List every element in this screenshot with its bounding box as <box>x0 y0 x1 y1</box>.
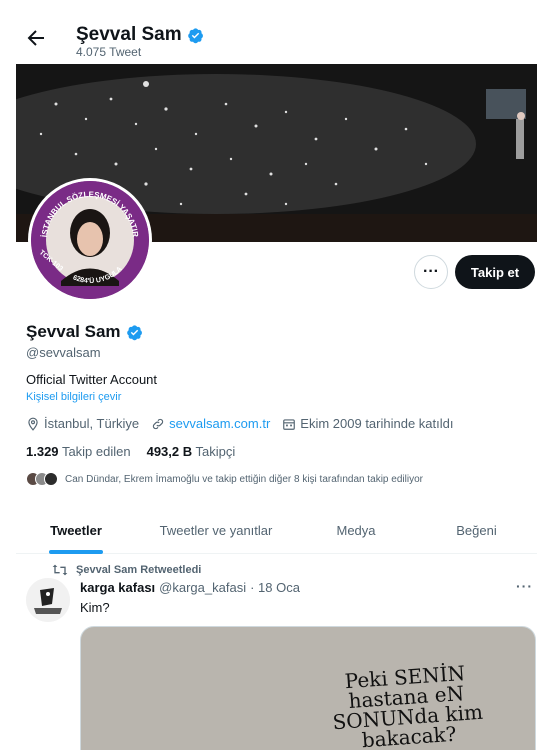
tweet-author-handle[interactable]: @karga_kafasi <box>159 580 246 595</box>
link-icon <box>153 418 164 429</box>
verified-badge-icon <box>187 27 203 43</box>
top-bar: Şevval Sam 4.075 Tweet <box>0 0 537 64</box>
tweet-text: Kim? <box>80 600 110 615</box>
retweet-indicator: Şevval Sam Retweetledi <box>52 562 201 578</box>
verified-badge-icon <box>126 324 142 340</box>
followers-you-know[interactable]: Can Dündar, Ekrem İmamoğlu ve takip etti… <box>26 472 423 486</box>
back-arrow-icon[interactable] <box>24 26 48 50</box>
website-link[interactable]: sevvalsam.com.tr <box>169 416 270 431</box>
retweet-icon <box>52 564 68 576</box>
tab-tweets[interactable]: Tweetler <box>16 506 136 554</box>
tab-tweets-replies[interactable]: Tweetler ve yanıtlar <box>136 506 296 554</box>
tweet-more-icon[interactable]: ··· <box>516 578 533 594</box>
tweet-header: karga kafası @karga_kafasi · 18 Oca <box>80 580 300 595</box>
translate-bio-link[interactable]: Kişisel bilgileri çevir <box>26 391 121 403</box>
joined-item: Ekim 2009 tarihinde katıldı <box>282 416 453 431</box>
calendar-icon <box>283 418 296 430</box>
tweet-media-image[interactable]: Peki SENİN hastana eN SONUNda kim bakaca… <box>80 626 536 750</box>
more-options-button[interactable]: ··· <box>414 255 448 289</box>
avatar-portrait-image: İSTANBUL SÖZLEŞMESİ YAŞATIR 6284'Ü UYGUL… <box>31 181 149 299</box>
website-item: sevvalsam.com.tr <box>151 416 270 431</box>
location-pin-icon <box>28 417 38 431</box>
tab-likes[interactable]: Beğeni <box>416 506 537 554</box>
tweet-author-avatar[interactable] <box>26 578 70 622</box>
avatar <box>44 472 58 486</box>
tweet-count: 4.075 Tweet <box>76 45 142 59</box>
location-item: İstanbul, Türkiye <box>26 416 139 431</box>
profile-handle: @sevvalsam <box>26 345 101 360</box>
profile-avatar[interactable]: İSTANBUL SÖZLEŞMESİ YAŞATIR 6284'Ü UYGUL… <box>28 178 152 302</box>
tab-media[interactable]: Medya <box>296 506 416 554</box>
profile-bio: Official Twitter Account <box>26 372 158 387</box>
followers-stat[interactable]: 493,2 B Takipçi <box>147 444 236 459</box>
more-icon: ··· <box>423 263 439 280</box>
tweet-author-name[interactable]: karga kafası <box>80 580 155 595</box>
crow-cartoon-image <box>26 578 70 622</box>
follower-avatars <box>26 472 58 486</box>
profile-name: Şevval Sam <box>26 322 143 342</box>
profile-tabs: Tweetler Tweetler ve yanıtlar Medya Beğe… <box>16 506 537 554</box>
follow-stats: 1.329 Takip edilen 493,2 B Takipçi <box>26 444 235 459</box>
header-name: Şevval Sam <box>76 24 204 46</box>
following-stat[interactable]: 1.329 Takip edilen <box>26 444 131 459</box>
profile-meta: İstanbul, Türkiye sevvalsam.com.tr Ekim … <box>26 416 465 431</box>
tweet-date[interactable]: · 18 Oca <box>250 580 300 595</box>
media-handwritten-text: Peki SENİN hastana eN SONUNda kim bakaca… <box>331 660 484 750</box>
follow-button[interactable]: Takip et <box>455 255 535 289</box>
